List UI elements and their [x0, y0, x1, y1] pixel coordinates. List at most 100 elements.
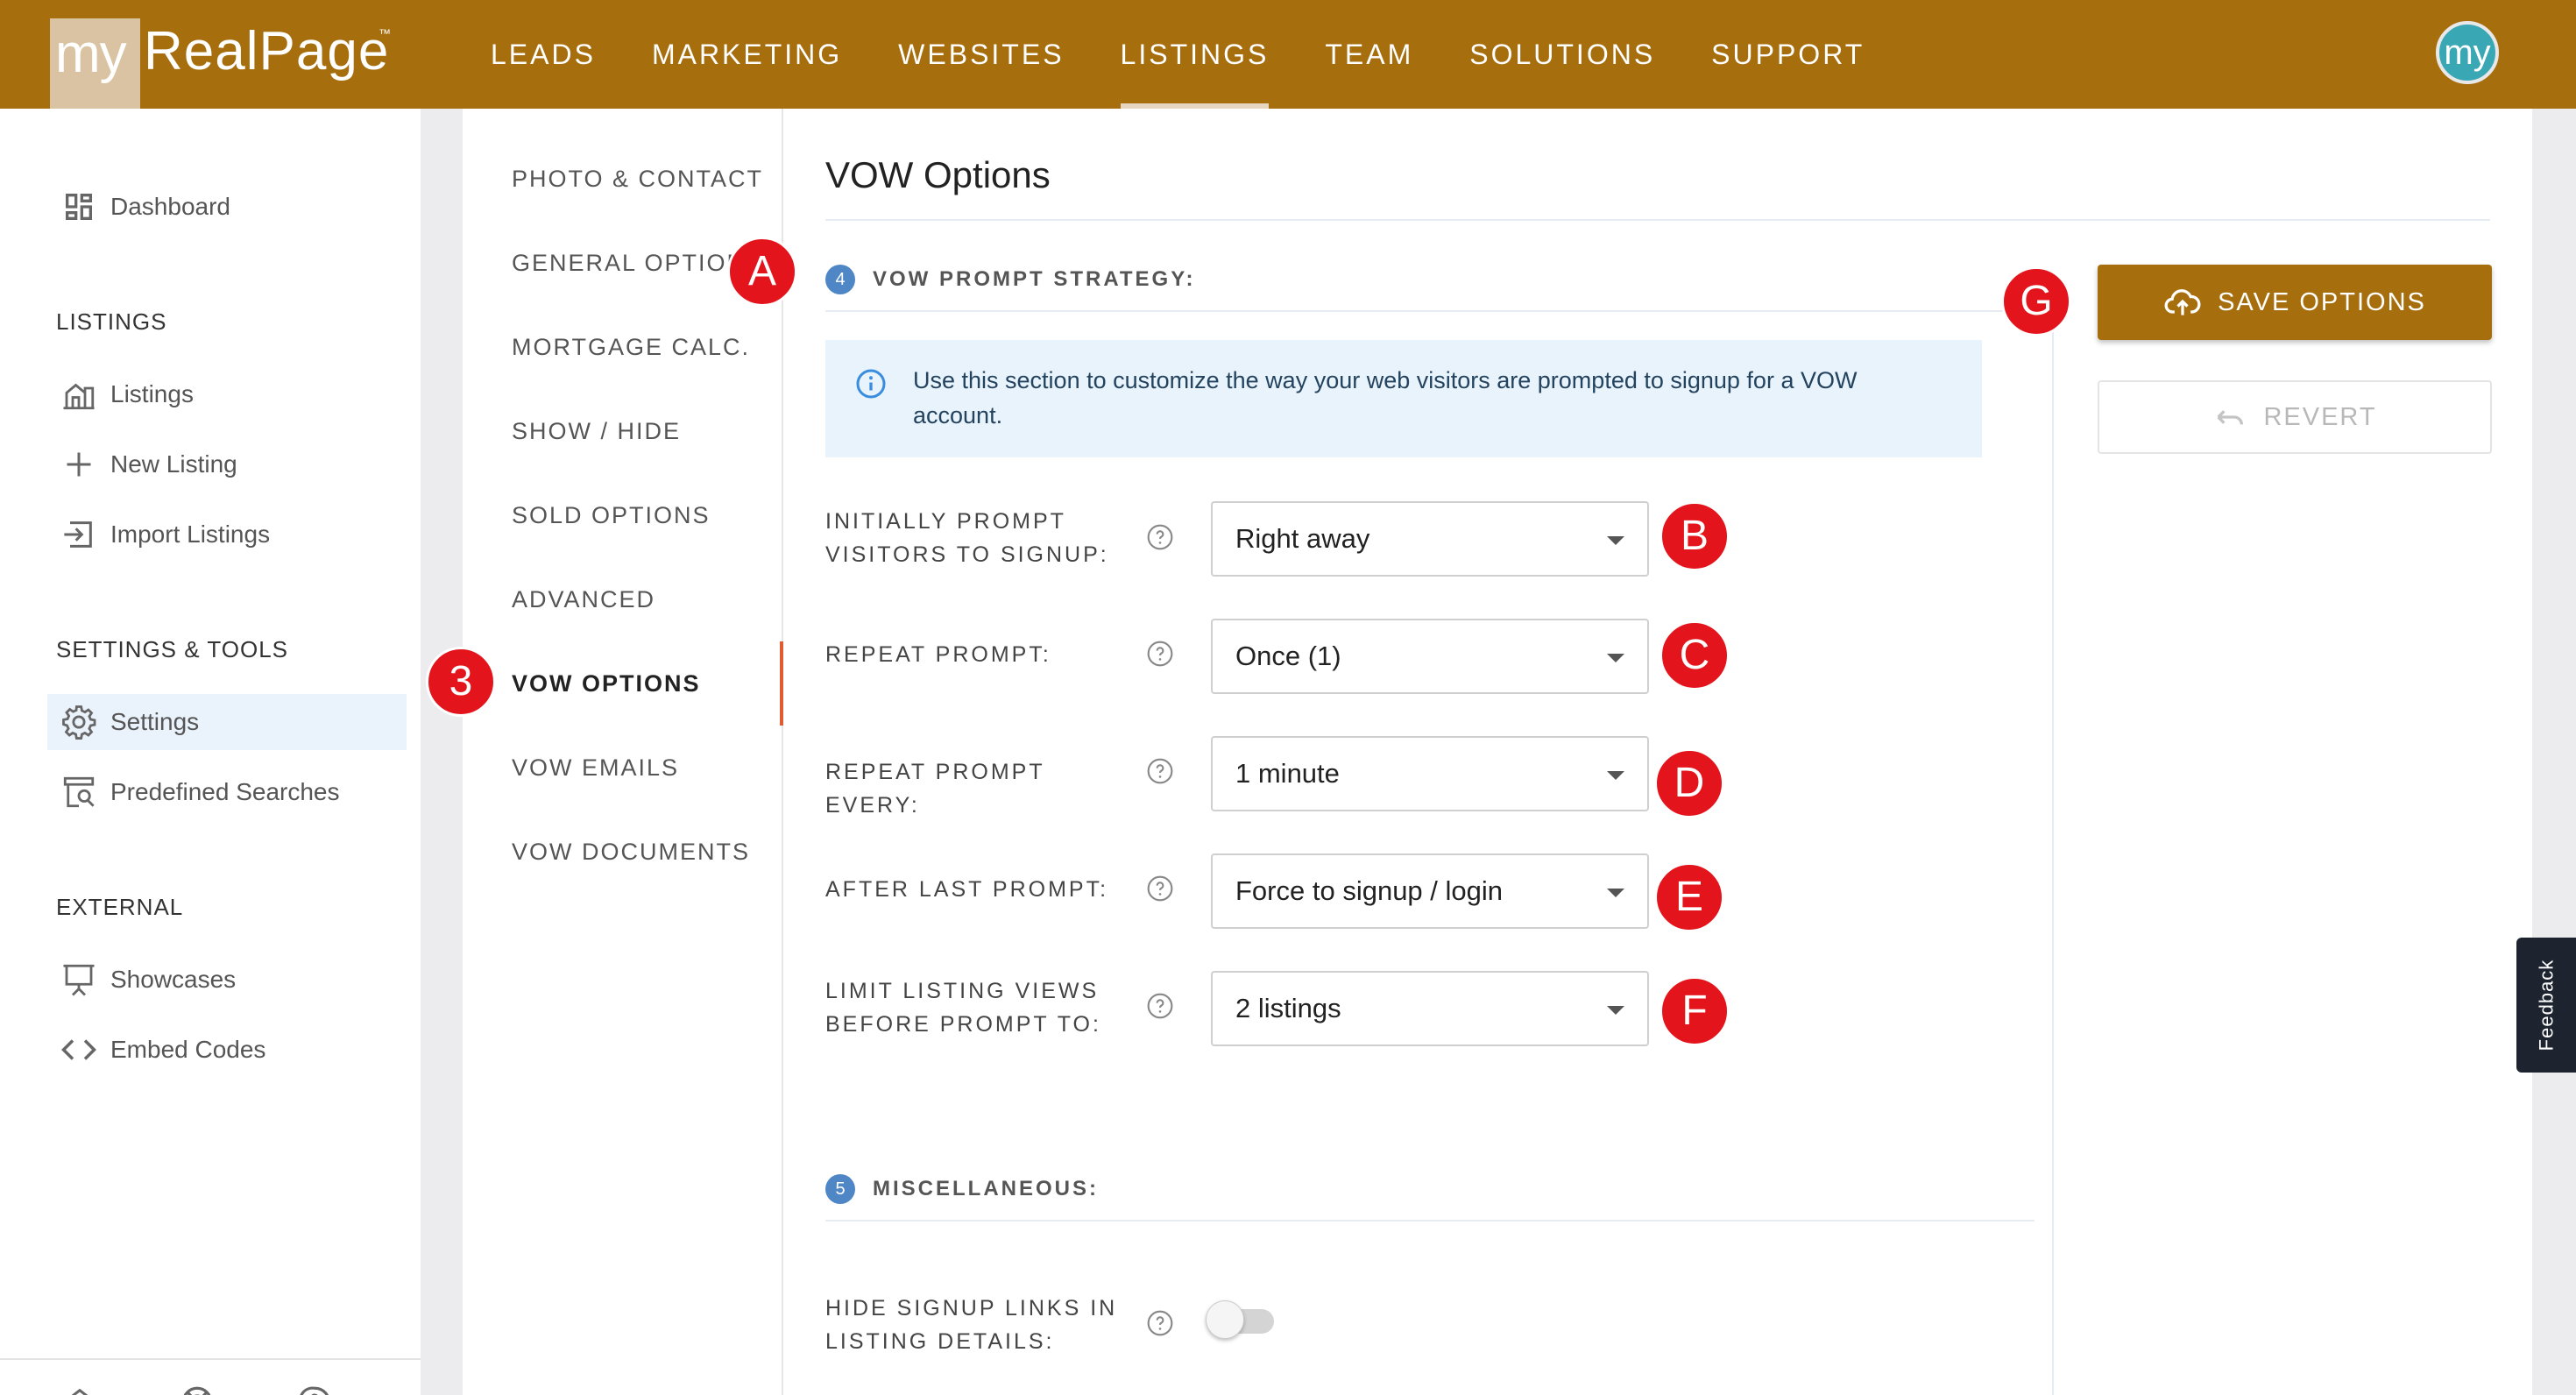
- settings-tab-general-options[interactable]: GENERAL OPTIONS: [512, 245, 763, 280]
- label-line: LISTING DETAILS:: [825, 1329, 1055, 1354]
- info-text: Use this section to customize the way yo…: [913, 367, 1858, 428]
- search-list-icon: [51, 764, 107, 820]
- section-header-prompt-strategy: 4 VOW PROMPT STRATEGY:: [825, 265, 1195, 294]
- nav-solutions[interactable]: SOLUTIONS: [1441, 0, 1683, 109]
- help-icon[interactable]: [1146, 992, 1174, 1020]
- hide-signup-links-toggle[interactable]: [1206, 1299, 1276, 1341]
- sidebar-item-label: Listings: [110, 380, 194, 407]
- nav-listings[interactable]: LISTINGS: [1093, 0, 1298, 109]
- help-chat-icon[interactable]: [256, 1360, 373, 1395]
- revert-button[interactable]: REVERT: [2098, 380, 2492, 454]
- repeat-prompt-select[interactable]: Once (1): [1211, 619, 1649, 694]
- sidebar-section-settings: SETTINGS & TOOLS: [56, 636, 288, 662]
- user-avatar[interactable]: my: [2436, 21, 2499, 84]
- sidebar-item-new-listing[interactable]: New Listing: [47, 436, 407, 492]
- dropdown-caret-icon: [1607, 1006, 1624, 1015]
- marker-3: 3: [426, 647, 496, 717]
- label-line: INITIALLY PROMPT: [825, 509, 1066, 534]
- import-icon: [51, 506, 107, 563]
- code-icon: [51, 1022, 107, 1078]
- save-options-button[interactable]: SAVE OPTIONS: [2098, 265, 2492, 340]
- label-line: AFTER LAST PROMPT:: [825, 877, 1109, 902]
- help-icon[interactable]: [1146, 757, 1174, 785]
- sidebar-item-predefined-searches[interactable]: Predefined Searches: [47, 764, 407, 820]
- marker-b: B: [1660, 501, 1730, 571]
- sidebar-item-label: Embed Codes: [110, 1036, 266, 1063]
- select-value: 2 listings: [1235, 993, 1341, 1023]
- sidebar-item-embed-codes[interactable]: Embed Codes: [47, 1022, 407, 1078]
- sidebar-footer: [0, 1358, 421, 1395]
- sidebar-item-label: Settings: [110, 708, 200, 735]
- field-label-repeat-every: REPEAT PROMPT EVERY:: [825, 755, 1123, 822]
- settings-tab-show-hide[interactable]: SHOW / HIDE: [512, 414, 681, 449]
- section-title: VOW PROMPT STRATEGY:: [873, 267, 1196, 291]
- limit-views-select[interactable]: 2 listings: [1211, 971, 1649, 1046]
- sidebar-item-label: Showcases: [110, 966, 237, 993]
- select-value: Force to signup / login: [1235, 875, 1504, 906]
- button-label: REVERT: [2263, 402, 2377, 431]
- settings-tab-vow-emails[interactable]: VOW EMAILS: [512, 750, 679, 785]
- repeat-every-select[interactable]: 1 minute: [1211, 736, 1649, 811]
- label-line: VISITORS TO SIGNUP:: [825, 542, 1109, 567]
- sidebar-item-import-listings[interactable]: Import Listings: [47, 506, 407, 563]
- after-last-prompt-select[interactable]: Force to signup / login: [1211, 853, 1649, 929]
- dropdown-caret-icon: [1607, 654, 1624, 662]
- settings-tab-photo-contact[interactable]: PHOTO & CONTACT: [512, 161, 763, 196]
- marker-d: D: [1654, 748, 1724, 818]
- field-label-hide-signup-links: HIDE SIGNUP LINKS IN LISTING DETAILS:: [825, 1292, 1123, 1358]
- field-label-repeat-prompt: REPEAT PROMPT:: [825, 638, 1123, 671]
- dropdown-caret-icon: [1607, 889, 1624, 897]
- nav-marketing[interactable]: MARKETING: [624, 0, 870, 109]
- field-label-initial-prompt: INITIALLY PROMPT VISITORS TO SIGNUP:: [825, 505, 1123, 571]
- home-icon[interactable]: [21, 1360, 138, 1395]
- select-value: Right away: [1235, 523, 1370, 554]
- help-icon[interactable]: [1146, 523, 1174, 551]
- label-line: LIMIT LISTING VIEWS: [825, 979, 1100, 1003]
- dropdown-caret-icon: [1607, 536, 1624, 545]
- sidebar-section-external: EXTERNAL: [56, 894, 184, 920]
- nav-leads[interactable]: LEADS: [491, 0, 624, 109]
- step-badge: 5: [825, 1174, 855, 1204]
- nav-team[interactable]: TEAM: [1297, 0, 1441, 109]
- lifebuoy-icon[interactable]: [138, 1360, 256, 1395]
- column-divider: [2052, 312, 2054, 1395]
- settings-tab-vow-options[interactable]: VOW OPTIONS: [512, 666, 701, 701]
- page-title: VOW Options: [825, 154, 1051, 195]
- marker-c: C: [1660, 620, 1730, 690]
- main-panel: VOW Options 4 VOW PROMPT STRATEGY: Use t…: [783, 109, 2532, 1395]
- select-value: 1 minute: [1235, 758, 1340, 789]
- sidebar-item-showcases[interactable]: Showcases: [47, 952, 407, 1008]
- sidebar-section-listings: LISTINGS: [56, 308, 167, 335]
- label-line: BEFORE PROMPT TO:: [825, 1012, 1101, 1037]
- settings-tab-vow-documents[interactable]: VOW DOCUMENTS: [512, 834, 750, 869]
- nav-support[interactable]: SUPPORT: [1683, 0, 1893, 109]
- marker-e: E: [1654, 862, 1724, 932]
- building-icon: [51, 366, 107, 422]
- section-title: MISCELLANEOUS:: [873, 1177, 1099, 1200]
- dashboard-icon: [51, 179, 107, 235]
- help-icon[interactable]: [1146, 875, 1174, 903]
- sidebar-item-settings[interactable]: Settings: [47, 694, 407, 750]
- dropdown-caret-icon: [1607, 771, 1624, 780]
- easel-icon: [51, 952, 107, 1008]
- title-divider: [825, 219, 2490, 221]
- feedback-tab[interactable]: Feedback: [2516, 938, 2576, 1073]
- undo-icon: [2217, 410, 2244, 425]
- marker-g: G: [2001, 266, 2071, 336]
- info-icon: [855, 368, 887, 400]
- sidebar-item-label: Import Listings: [110, 520, 271, 548]
- sidebar-item-dashboard[interactable]: Dashboard: [47, 179, 407, 235]
- step-badge: 4: [825, 265, 855, 294]
- sidebar-item-listings[interactable]: Listings: [47, 366, 407, 422]
- sidebar-item-label: Dashboard: [110, 193, 230, 220]
- section-divider: [825, 310, 2035, 312]
- help-icon[interactable]: [1146, 1309, 1174, 1337]
- logo-prefix: my: [55, 24, 127, 84]
- settings-tab-sold-options[interactable]: SOLD OPTIONS: [512, 498, 711, 533]
- help-icon[interactable]: [1146, 640, 1174, 668]
- gear-icon: [51, 694, 107, 750]
- nav-websites[interactable]: WEBSITES: [870, 0, 1092, 109]
- settings-tab-advanced[interactable]: ADVANCED: [512, 582, 655, 617]
- initial-prompt-select[interactable]: Right away: [1211, 501, 1649, 577]
- settings-tab-mortgage-calc[interactable]: MORTGAGE CALC.: [512, 329, 750, 365]
